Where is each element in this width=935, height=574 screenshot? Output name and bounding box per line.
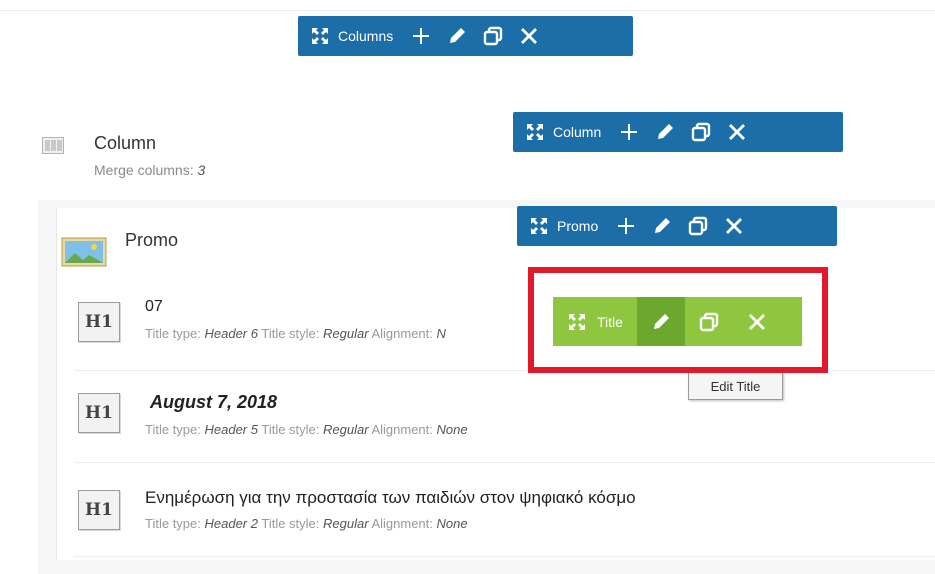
divider xyxy=(0,10,935,11)
clone-button[interactable] xyxy=(683,112,719,152)
meta-value: None xyxy=(436,516,468,531)
promo-image-icon xyxy=(61,237,107,267)
clone-button[interactable] xyxy=(680,206,716,246)
column-toolbar-label: Column xyxy=(553,124,602,140)
promo-toolbar: Promo xyxy=(517,206,837,246)
highlight-box xyxy=(528,267,828,373)
column-meta-value: 3 xyxy=(197,162,206,178)
delete-button[interactable] xyxy=(719,112,755,152)
h1-icon: H1 xyxy=(78,302,120,342)
meta-value: Regular xyxy=(323,326,369,341)
item-meta: Title type: Header 6 Title style: Regula… xyxy=(145,326,446,341)
h1-icon: H1 xyxy=(78,490,120,530)
meta-label: Title type: xyxy=(145,422,205,437)
item-meta: Title type: Header 2 Title style: Regula… xyxy=(145,516,468,531)
move-icon xyxy=(531,218,547,234)
delete-button[interactable] xyxy=(511,16,547,56)
meta-label: Title style: xyxy=(261,422,324,437)
column-title: Column xyxy=(94,133,157,153)
promo-move-handle[interactable]: Promo xyxy=(517,206,608,246)
meta-label: Alignment: xyxy=(371,326,437,341)
add-button[interactable] xyxy=(403,16,439,56)
column-toolbar: Column xyxy=(513,112,843,152)
meta-label: Title style: xyxy=(261,326,324,341)
close-icon xyxy=(729,124,746,140)
close-icon xyxy=(521,28,538,44)
add-button[interactable] xyxy=(611,112,647,152)
meta-label: Title style: xyxy=(261,516,324,531)
item-title: Ενημέρωση για την προστασία των παιδιών … xyxy=(145,488,636,507)
column-grid-icon xyxy=(42,137,64,154)
copy-icon xyxy=(484,26,503,46)
meta-label: Title type: xyxy=(145,516,205,531)
plus-icon xyxy=(621,124,638,140)
copy-icon xyxy=(692,122,711,142)
delete-button[interactable] xyxy=(716,206,752,246)
pencil-icon xyxy=(655,218,671,233)
meta-label: Title type: xyxy=(145,326,205,341)
promo-title: Promo xyxy=(125,230,179,250)
plus-icon xyxy=(618,218,635,234)
column-move-handle[interactable]: Column xyxy=(513,112,611,152)
close-icon xyxy=(726,218,743,234)
promo-toolbar-label: Promo xyxy=(557,218,599,234)
column-meta: Merge columns: 3 xyxy=(94,162,205,178)
divider xyxy=(74,556,935,557)
item-meta: Title type: Header 5 Title style: Regula… xyxy=(145,422,468,437)
edit-button[interactable] xyxy=(644,206,680,246)
plus-icon xyxy=(413,28,430,44)
divider xyxy=(74,462,935,463)
columns-toolbar: Columns xyxy=(298,16,633,56)
edit-button[interactable] xyxy=(439,16,475,56)
item-title: August 7, 2018 xyxy=(150,392,278,412)
copy-icon xyxy=(689,216,708,236)
meta-value: Regular xyxy=(323,516,369,531)
meta-value: None xyxy=(436,422,468,437)
edit-title-tooltip: Edit Title xyxy=(688,372,783,400)
item-title: 07 xyxy=(145,298,163,315)
meta-value: Regular xyxy=(323,422,369,437)
pencil-icon xyxy=(450,28,466,43)
add-button[interactable] xyxy=(608,206,644,246)
meta-value: Header 2 xyxy=(204,516,258,531)
h1-icon: H1 xyxy=(78,393,120,433)
clone-button[interactable] xyxy=(475,16,511,56)
move-icon xyxy=(527,124,543,140)
columns-move-handle[interactable]: Columns xyxy=(298,16,403,56)
move-icon xyxy=(312,28,328,44)
meta-label: Alignment: xyxy=(371,422,437,437)
column-meta-label: Merge columns: xyxy=(94,162,198,178)
meta-value: Header 5 xyxy=(204,422,258,437)
edit-button[interactable] xyxy=(647,112,683,152)
meta-value: N xyxy=(436,326,446,341)
columns-toolbar-label: Columns xyxy=(338,28,394,44)
meta-value: Header 6 xyxy=(204,326,258,341)
pencil-icon xyxy=(658,124,674,139)
meta-label: Alignment: xyxy=(371,516,437,531)
